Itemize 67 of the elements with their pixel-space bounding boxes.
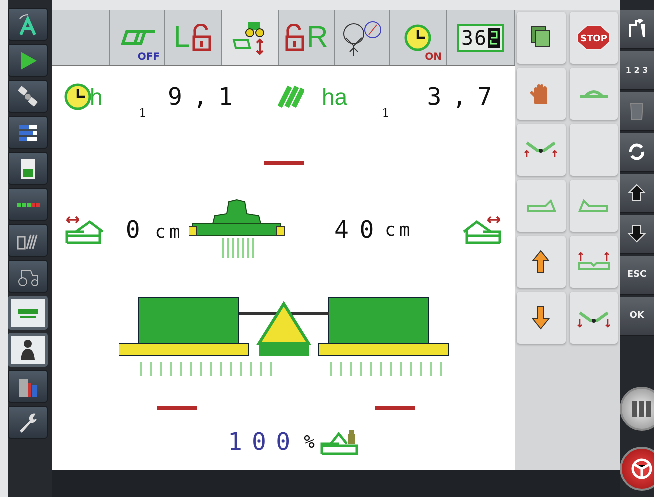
unit-label: ha [322, 84, 349, 110]
status-dash [157, 406, 197, 410]
side-key[interactable] [620, 174, 654, 213]
timer-icon [404, 24, 432, 52]
offset-value: 40 [334, 216, 385, 244]
side-key[interactable]: OK [620, 297, 654, 336]
key-label[interactable]: OK [630, 311, 644, 321]
side-key[interactable]: ESC [620, 256, 654, 295]
unit-label: % [304, 432, 315, 452]
soft-key[interactable]: STOP [570, 12, 618, 64]
steering-wheel-icon [631, 458, 653, 480]
offset-left-icon [64, 215, 104, 245]
area-stripes-icon [278, 85, 304, 109]
side-key[interactable] [620, 10, 654, 49]
arrow-down-icon[interactable] [627, 224, 647, 244]
side-key[interactable]: 1 2 3 [620, 51, 654, 90]
sidebar-button[interactable] [8, 44, 48, 77]
joystick-button[interactable] [620, 387, 654, 431]
empty-key [570, 124, 618, 176]
stop-sign[interactable]: STOP [576, 25, 611, 51]
index-label: 1 [382, 106, 390, 120]
key-label[interactable]: ESC [627, 270, 647, 280]
section-control-status: OFF [138, 52, 160, 63]
sidebar-button[interactable] [8, 406, 48, 439]
arrow-up-icon[interactable] [627, 183, 647, 203]
side-key[interactable] [620, 133, 654, 172]
offset-right-icon [463, 215, 503, 245]
clock-icon [64, 83, 92, 111]
counter-display: 36 [457, 24, 504, 52]
sidebar-button[interactable] [8, 152, 48, 185]
sidebar-button[interactable] [8, 370, 48, 403]
unit-label: cm [155, 222, 184, 243]
refresh-icon[interactable] [627, 142, 647, 162]
status-dash [375, 406, 415, 410]
rate-icon [319, 428, 359, 456]
rolling-digit-icon [488, 28, 500, 48]
lock-icon [192, 24, 212, 52]
sections-key[interactable]: 1 2 3 [626, 66, 648, 74]
soft-key[interactable] [517, 236, 566, 288]
toolbar-button[interactable] [222, 10, 279, 65]
sidebar-button[interactable] [8, 8, 48, 41]
levers-icon [630, 399, 654, 419]
lock-icon [284, 24, 305, 52]
counter-value: 9,1 [168, 83, 244, 111]
sidebar-button[interactable] [8, 116, 48, 149]
index-label: 1 [139, 106, 147, 120]
timer-status: ON [425, 52, 442, 63]
sidebar-button[interactable] [8, 80, 48, 113]
sidebar-button[interactable] [8, 224, 48, 257]
satellite-icon [16, 84, 40, 108]
sidebar-button[interactable] [8, 260, 48, 293]
unit-label: h [90, 84, 104, 110]
rate-value: 100 [228, 428, 300, 456]
sections-icon [16, 202, 40, 206]
steering-button[interactable] [620, 447, 654, 491]
counter-value: 3,7 [427, 83, 503, 111]
soft-key[interactable] [517, 292, 566, 344]
soft-key[interactable] [517, 12, 566, 64]
status-dash [264, 161, 304, 165]
corner-arrow-icon[interactable] [627, 19, 647, 39]
offset-value: 0 [126, 216, 152, 244]
side-label: L [174, 22, 190, 52]
sidebar-button[interactable] [8, 188, 48, 221]
side-key[interactable] [620, 215, 654, 254]
side-label: R [306, 22, 328, 52]
sidebar-button[interactable] [8, 333, 48, 367]
unit-label: cm [385, 220, 415, 240]
